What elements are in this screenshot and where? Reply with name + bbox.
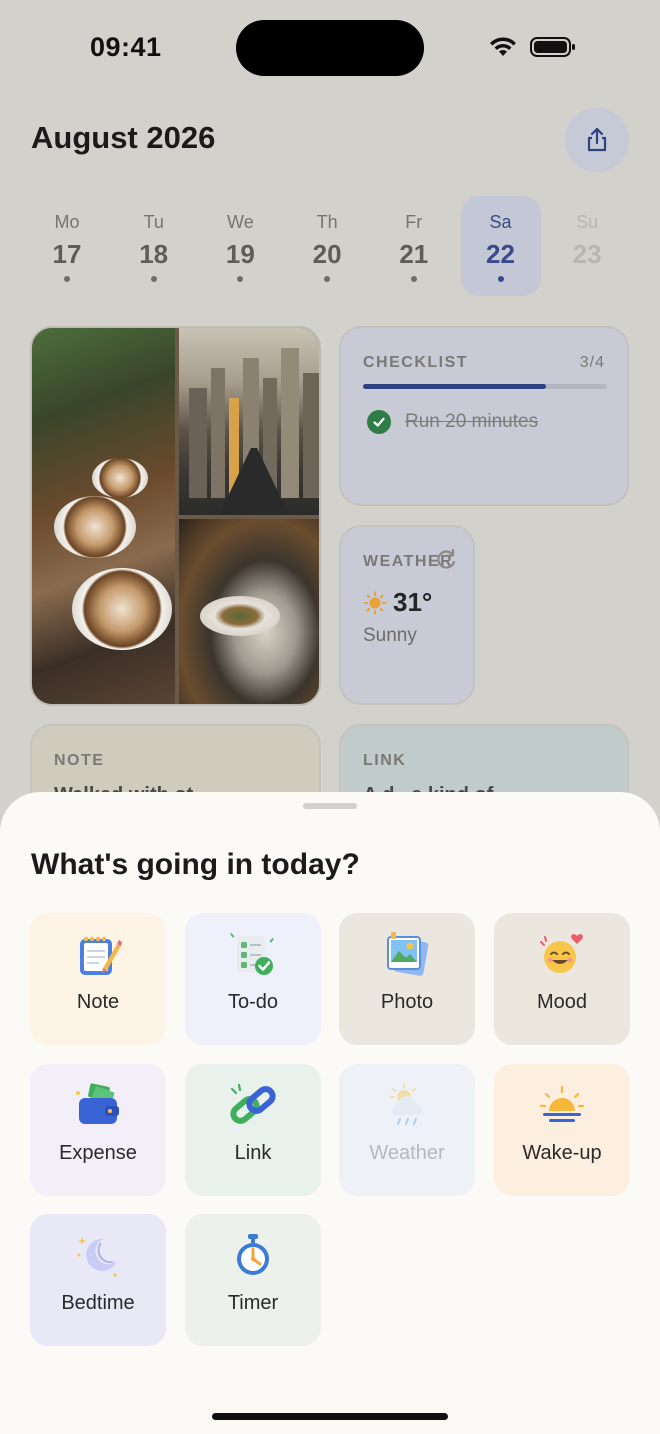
day-tu[interactable]: Tu 18	[114, 196, 194, 296]
day-name: Mo	[54, 212, 80, 232]
entry-dot	[410, 276, 417, 282]
refresh-icon[interactable]	[433, 547, 459, 573]
link-label: LINK	[363, 752, 407, 769]
mood-icon	[536, 929, 588, 981]
day-name: Fr	[405, 212, 423, 232]
status-time: 09:41	[90, 32, 162, 62]
photo-collage-card[interactable]	[30, 326, 321, 706]
share-icon	[587, 127, 607, 152]
share-button[interactable]	[565, 108, 629, 172]
photo-icon	[381, 929, 433, 981]
day-number: 20	[312, 239, 342, 269]
dynamic-island	[236, 20, 424, 76]
weather-temp-value: 31°	[393, 587, 433, 617]
day-name: Th	[316, 212, 338, 232]
entry-tile-bedtime[interactable]: Bedtime	[30, 1214, 166, 1346]
entry-tile-to-do[interactable]: To-do	[185, 913, 321, 1045]
note-icon	[72, 929, 124, 981]
sunrise-icon	[536, 1080, 588, 1132]
add-entry-sheet: What's going in today? Note To-do Photo Moo…	[0, 792, 660, 1434]
day-su[interactable]: Su 23	[547, 196, 627, 296]
entry-dot	[497, 276, 504, 282]
weather-icon	[381, 1080, 433, 1132]
day-we[interactable]: We 19	[200, 196, 280, 296]
entry-tile-label: Timer	[227, 1292, 279, 1314]
battery-icon	[530, 37, 575, 57]
entry-tile-label: Link	[234, 1142, 272, 1164]
city-photo	[179, 328, 319, 515]
entry-dot	[150, 276, 157, 282]
entry-tile-label: Mood	[536, 991, 588, 1013]
day-number: 22	[486, 239, 515, 269]
day-mo[interactable]: Mo 17	[27, 196, 107, 296]
todo-icon	[227, 929, 279, 981]
checklist-item-text: Run 20 minutes	[405, 411, 539, 432]
entry-tile-wake-up[interactable]: Wake-up	[494, 1064, 630, 1196]
weather-temperature: 31°	[363, 587, 432, 618]
timer-icon	[227, 1230, 279, 1282]
status-bar: 09:41	[0, 0, 660, 100]
day-number: 17	[52, 239, 82, 269]
day-number: 18	[139, 239, 169, 269]
day-number: 19	[225, 239, 255, 269]
link-icon	[227, 1080, 279, 1132]
entry-tile-timer[interactable]: Timer	[185, 1214, 321, 1346]
checklist-item[interactable]: Run 20 minutes	[367, 410, 538, 434]
month-title: August 2026	[31, 120, 216, 155]
entry-dot	[237, 276, 244, 282]
day-th[interactable]: Th 20	[287, 196, 367, 296]
week-strip: Mo 17 Tu 18 We 19 Th 20 Fr 21 Sa 22 Su 23	[27, 196, 633, 296]
day-number: 21	[399, 239, 429, 269]
day-sa[interactable]: Sa 22	[460, 196, 541, 296]
entry-tile-label: Wake-up	[522, 1142, 602, 1164]
status-icons	[488, 36, 576, 58]
day-fr[interactable]: Fr 21	[374, 196, 454, 296]
entry-tile-label: To-do	[227, 991, 279, 1013]
coffee-photo	[32, 328, 175, 704]
entry-tile-photo[interactable]: Photo	[339, 913, 475, 1045]
day-name: Su	[576, 212, 599, 232]
sun-icon	[363, 591, 387, 614]
day-number: 23	[572, 239, 602, 269]
entry-tile-label: Bedtime	[61, 1292, 135, 1314]
checklist-progress-fill	[363, 384, 546, 389]
weather-condition: Sunny	[363, 625, 417, 646]
entry-dot	[324, 276, 331, 282]
entry-tile-label: Weather	[369, 1142, 445, 1164]
entry-tile-label: Photo	[380, 991, 434, 1013]
entry-tile-note[interactable]: Note	[30, 913, 166, 1045]
entry-dot	[64, 276, 70, 282]
check-icon	[367, 410, 391, 434]
entry-tile-mood[interactable]: Mood	[494, 913, 630, 1045]
checklist-label: CHECKLIST	[363, 354, 469, 371]
entry-tile-weather: Weather	[339, 1064, 475, 1196]
expense-icon	[72, 1080, 124, 1132]
weather-card[interactable]: WEATHER 31° Sunny	[339, 525, 475, 705]
checklist-card[interactable]: CHECKLIST 3/4 Run 20 minutes	[339, 326, 629, 506]
wifi-icon	[490, 37, 516, 56]
checklist-count: 3/4	[579, 354, 605, 371]
sheet-grabber[interactable]	[303, 803, 357, 809]
day-name: Tu	[143, 212, 164, 232]
note-label: NOTE	[54, 752, 105, 769]
entry-tile-link[interactable]: Link	[185, 1064, 321, 1196]
moon-icon	[72, 1230, 124, 1282]
sheet-title: What's going in today?	[31, 848, 360, 881]
entry-tile-expense[interactable]: Expense	[30, 1064, 166, 1196]
home-indicator[interactable]	[212, 1413, 448, 1420]
day-name: We	[227, 212, 254, 232]
entry-tile-label: Expense	[59, 1142, 137, 1164]
entry-tile-label: Note	[76, 991, 120, 1013]
day-name: Sa	[489, 212, 512, 232]
entry-dot	[584, 276, 590, 282]
dinner-plate	[200, 596, 280, 636]
checklist-progress-bar	[363, 384, 607, 389]
